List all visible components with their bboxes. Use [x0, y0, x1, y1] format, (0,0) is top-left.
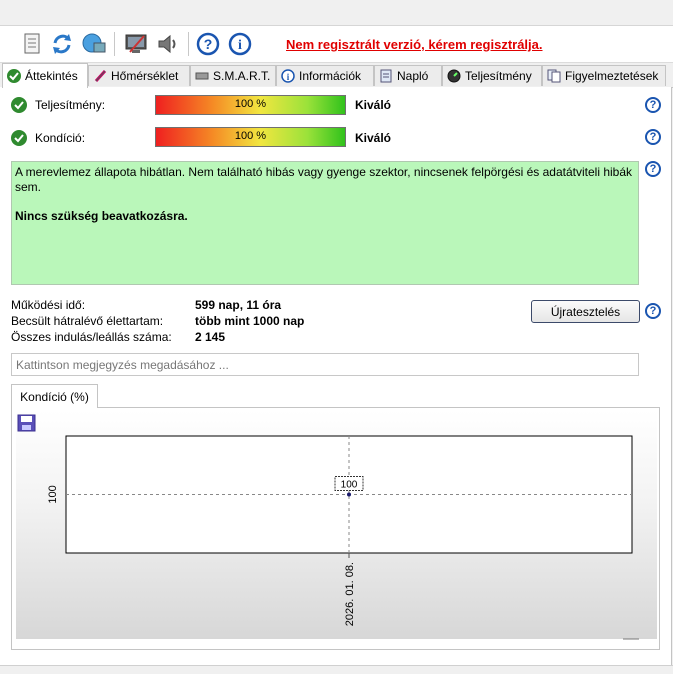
log-icon: [379, 69, 393, 83]
chart-panel: 100 2026. 01. 08. 100: [11, 407, 660, 650]
tab-warnings[interactable]: Figyelmeztetések: [542, 65, 666, 86]
help-icon[interactable]: ?: [645, 129, 661, 145]
speaker-icon[interactable]: [154, 30, 182, 58]
svg-text:i: i: [238, 38, 242, 53]
condition-value: 100 %: [234, 130, 267, 142]
network-icon[interactable]: [80, 30, 108, 58]
tab-bar: Áttekintés Hőmérséklet S.M.A.R.T. i Info…: [0, 63, 673, 88]
retest-button[interactable]: Újratesztelés: [531, 300, 640, 323]
help-icon[interactable]: ?: [645, 161, 661, 177]
document-icon[interactable]: [18, 30, 46, 58]
data-point: [347, 492, 351, 497]
performance-bar: 100 %: [155, 95, 346, 115]
remaining-life-label: Becsült hátralévő élettartam:: [11, 314, 164, 328]
condition-chart: 100 2026. 01. 08. 100: [17, 414, 639, 640]
check-icon: [11, 130, 27, 146]
status-recommendation: Nincs szükség beavatkozásra.: [15, 209, 188, 223]
tab-condition-chart[interactable]: Kondíció (%): [11, 384, 98, 408]
status-message-box: A merevlemez állapota hibátlan. Nem talá…: [11, 161, 639, 285]
tab-log[interactable]: Napló: [374, 65, 442, 86]
tab-label: Napló: [397, 69, 429, 83]
separator: [114, 32, 115, 56]
separator: [188, 32, 189, 56]
help-icon[interactable]: ?: [194, 30, 222, 58]
info-icon: i: [281, 69, 295, 83]
comment-input[interactable]: Kattintson megjegyzés megadásához ...: [11, 353, 639, 376]
info-icon[interactable]: i: [226, 30, 254, 58]
tab-label: Figyelmeztetések: [565, 69, 659, 83]
gauge-icon: [447, 69, 461, 83]
tab-temperature[interactable]: Hőmérséklet: [88, 65, 190, 86]
performance-label: Teljesítmény:: [35, 98, 106, 112]
condition-rating: Kiváló: [355, 131, 392, 145]
x-tick-label: 2026. 01. 08.: [344, 562, 356, 626]
check-icon: [7, 69, 21, 83]
performance-value: 100 %: [234, 98, 267, 110]
uptime-label: Működési idő:: [11, 298, 86, 312]
condition-bar: 100 %: [155, 127, 346, 147]
svg-text:?: ?: [204, 36, 213, 52]
performance-rating: Kiváló: [355, 98, 392, 112]
status-text: A merevlemez állapota hibátlan. Nem talá…: [15, 165, 633, 194]
refresh-icon[interactable]: [48, 30, 76, 58]
toolbar: ? i Nem regisztrált verzió, kérem regisz…: [0, 26, 673, 63]
tab-label: Áttekintés: [25, 69, 78, 83]
condition-label: Kondíció:: [35, 131, 86, 145]
tab-label: Teljesítmény: [465, 69, 532, 83]
tab-information[interactable]: i Információk: [276, 65, 374, 86]
monitor-icon[interactable]: [122, 30, 150, 58]
save-icon[interactable]: [17, 414, 36, 432]
help-icon[interactable]: ?: [645, 97, 661, 113]
thermometer-icon: [93, 69, 107, 83]
y-tick-label: 100: [47, 485, 59, 503]
tab-label: S.M.A.R.T.: [213, 69, 271, 83]
start-stop-count-value: 2 145: [195, 330, 226, 344]
unregistered-warning-link[interactable]: Nem regisztrált verzió, kérem regisztrál…: [286, 37, 543, 52]
tab-label: Információk: [299, 69, 362, 83]
remaining-life-value: több mint 1000 nap: [195, 314, 305, 328]
tab-smart[interactable]: S.M.A.R.T.: [190, 65, 276, 86]
tab-label: Hőmérséklet: [111, 69, 179, 83]
pages-icon: [547, 69, 561, 83]
check-icon: [11, 97, 27, 113]
start-stop-count-label: Összes indulás/leállás száma:: [11, 330, 172, 344]
window-top-strip: [0, 0, 673, 26]
tab-performance[interactable]: Teljesítmény: [442, 65, 542, 86]
tab-overview[interactable]: Áttekintés: [2, 63, 88, 88]
data-label: 100: [341, 480, 358, 491]
help-icon[interactable]: ?: [645, 303, 661, 319]
uptime-value: 599 nap, 11 óra: [195, 298, 282, 312]
drive-icon: [195, 69, 209, 83]
